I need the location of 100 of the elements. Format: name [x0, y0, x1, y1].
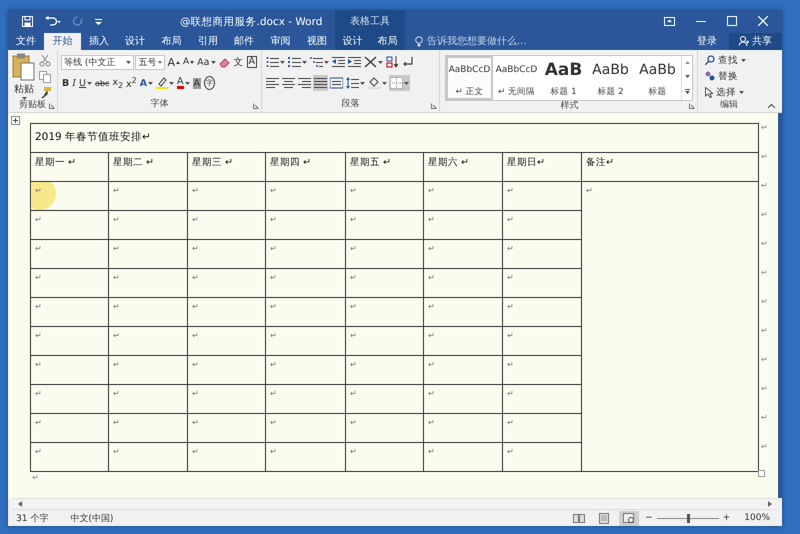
table-cell[interactable]: ↵ — [424, 384, 502, 414]
table-cell[interactable]: ↵ — [30, 326, 108, 356]
table-cell[interactable]: ↵ — [424, 297, 502, 326]
ribbon-tab[interactable]: 引用 — [190, 32, 226, 50]
table-cell[interactable]: ↵ — [188, 442, 266, 472]
customize-icon[interactable] — [95, 18, 102, 25]
strike-button[interactable]: abc — [94, 75, 110, 92]
asian-layout-button[interactable] — [363, 54, 384, 70]
paste-button[interactable]: 粘贴 — [11, 52, 37, 100]
ribbon-tab[interactable]: 视图 — [298, 32, 335, 50]
table-cell[interactable]: ↵ — [424, 355, 502, 384]
shading-button[interactable]: A — [192, 75, 202, 92]
table-cell[interactable]: ↵ — [30, 297, 108, 326]
table-cell[interactable]: ↵ — [424, 442, 502, 472]
ribbon-tab[interactable]: 设计 — [335, 32, 370, 50]
table-cell[interactable]: ↵ — [188, 297, 266, 326]
table-cell[interactable]: ↵ — [108, 297, 188, 326]
table-resize-handle[interactable] — [758, 470, 765, 477]
table-cell[interactable]: ↵ — [188, 355, 266, 384]
char-border-button[interactable]: A — [246, 54, 258, 70]
language-status[interactable]: 中文(中国) — [70, 512, 114, 524]
borders-button[interactable] — [389, 75, 410, 92]
highlight-button[interactable] — [155, 75, 176, 92]
style-item[interactable]: AaB 标题 1 — [540, 56, 587, 100]
case-button[interactable]: Aa — [196, 54, 216, 70]
table-cell[interactable]: ↵ — [30, 355, 108, 384]
table-cell[interactable]: ↵ — [266, 297, 346, 326]
font-color-button[interactable]: A — [176, 75, 191, 92]
phonetic-button[interactable]: 文 — [232, 54, 244, 70]
table-cell[interactable]: ↵ — [424, 181, 502, 210]
table-cell[interactable]: ↵ — [108, 355, 188, 384]
sort-button[interactable] — [385, 54, 400, 70]
table-cell[interactable]: ↵ — [30, 268, 108, 298]
table-cell[interactable]: ↵ — [108, 442, 188, 472]
table-cell[interactable]: ↵ — [108, 268, 188, 298]
table-cell[interactable]: ↵ — [346, 384, 424, 414]
scroll-up-icon[interactable] — [684, 61, 690, 64]
maximize-icon[interactable] — [727, 16, 737, 26]
table-cell[interactable]: ↵ — [188, 413, 266, 442]
shading-button[interactable] — [367, 75, 388, 92]
distributed-button[interactable] — [329, 75, 344, 92]
table-cell[interactable]: ↵ — [188, 210, 266, 240]
ribbon-tab[interactable]: 开始 — [44, 32, 81, 50]
table-cell[interactable]: ↵ — [108, 326, 188, 356]
close-icon[interactable] — [758, 16, 768, 26]
line-spacing-button[interactable] — [345, 75, 366, 92]
table-cell[interactable]: ↵ — [108, 210, 188, 240]
select-button[interactable]: 选择 — [705, 84, 757, 100]
table-cell[interactable]: ↵ — [266, 413, 346, 442]
ribbon-display-icon[interactable] — [664, 16, 675, 26]
scroll-right-icon[interactable] — [768, 501, 772, 507]
dialog-launcher-icon[interactable] — [253, 102, 259, 109]
underline-button[interactable]: U — [78, 75, 93, 92]
dialog-launcher-icon[interactable] — [431, 102, 437, 109]
ribbon-tab[interactable]: 布局 — [370, 32, 405, 50]
format-painter-icon[interactable] — [39, 86, 51, 99]
table-cell[interactable]: ↵ — [266, 210, 346, 240]
table-cell[interactable]: ↵ — [188, 268, 266, 298]
table-move-handle-icon[interactable] — [11, 116, 20, 125]
scroll-down-icon[interactable] — [684, 75, 690, 78]
dialog-launcher-icon[interactable] — [689, 102, 695, 109]
notes-cell[interactable]: ↵ — [582, 181, 758, 472]
table-cell[interactable]: ↵ — [266, 355, 346, 384]
table-cell[interactable]: ↵ — [424, 239, 502, 268]
ribbon-tab[interactable]: 插入 — [80, 32, 117, 50]
font-size-field[interactable]: 五号 — [135, 54, 166, 70]
table-cell[interactable]: ↵ — [424, 268, 502, 298]
sign-in-link[interactable]: 登录 — [697, 34, 717, 48]
sup-button[interactable]: x$^{2}$ — [125, 75, 138, 92]
collapse-ribbon-icon[interactable] — [768, 104, 774, 108]
table-cell[interactable]: ↵ — [30, 210, 108, 240]
table-cell[interactable]: ↵ — [266, 181, 346, 210]
effects-button[interactable]: A — [138, 75, 154, 92]
table-cell[interactable]: ↵ — [108, 413, 188, 442]
table-cell[interactable]: ↵ — [188, 239, 266, 268]
table-cell[interactable]: ↵ — [108, 384, 188, 414]
style-item[interactable]: AaBbCcD ↵ 无间隔 — [493, 56, 540, 100]
table-cell[interactable]: ↵ — [108, 181, 188, 210]
table-cell[interactable]: ↵ — [346, 210, 424, 240]
web-view-button[interactable] — [619, 510, 640, 526]
ribbon-tab[interactable]: 布局 — [153, 32, 190, 50]
ribbon-tab[interactable]: 设计 — [116, 32, 154, 50]
table-cell[interactable]: ↵ — [424, 326, 502, 356]
table-cell[interactable]: ↵ — [346, 442, 424, 472]
table-cell[interactable]: ↵ — [108, 239, 188, 268]
style-item[interactable]: AaBb 标题 — [634, 56, 681, 100]
table-cell[interactable]: ↵ — [30, 239, 108, 268]
dialog-launcher-icon[interactable] — [49, 102, 55, 109]
replace-button[interactable]: 替换 — [705, 68, 757, 84]
scissors-icon[interactable] — [39, 54, 51, 67]
table-cell[interactable]: ↵ — [266, 239, 346, 268]
shrink-button[interactable]: A — [182, 54, 196, 70]
table-cell[interactable]: ↵ — [346, 239, 424, 268]
table-cell[interactable]: ↵ — [346, 181, 424, 210]
word-count[interactable]: 31 个字 — [16, 512, 48, 524]
ribbon-tab[interactable]: 审阅 — [262, 32, 299, 50]
table-cell[interactable]: ↵ — [266, 268, 346, 298]
table-cell[interactable]: ↵ — [424, 413, 502, 442]
table-cell[interactable]: ↵ — [30, 384, 108, 414]
style-item[interactable]: AaBb 标题 2 — [587, 56, 634, 100]
